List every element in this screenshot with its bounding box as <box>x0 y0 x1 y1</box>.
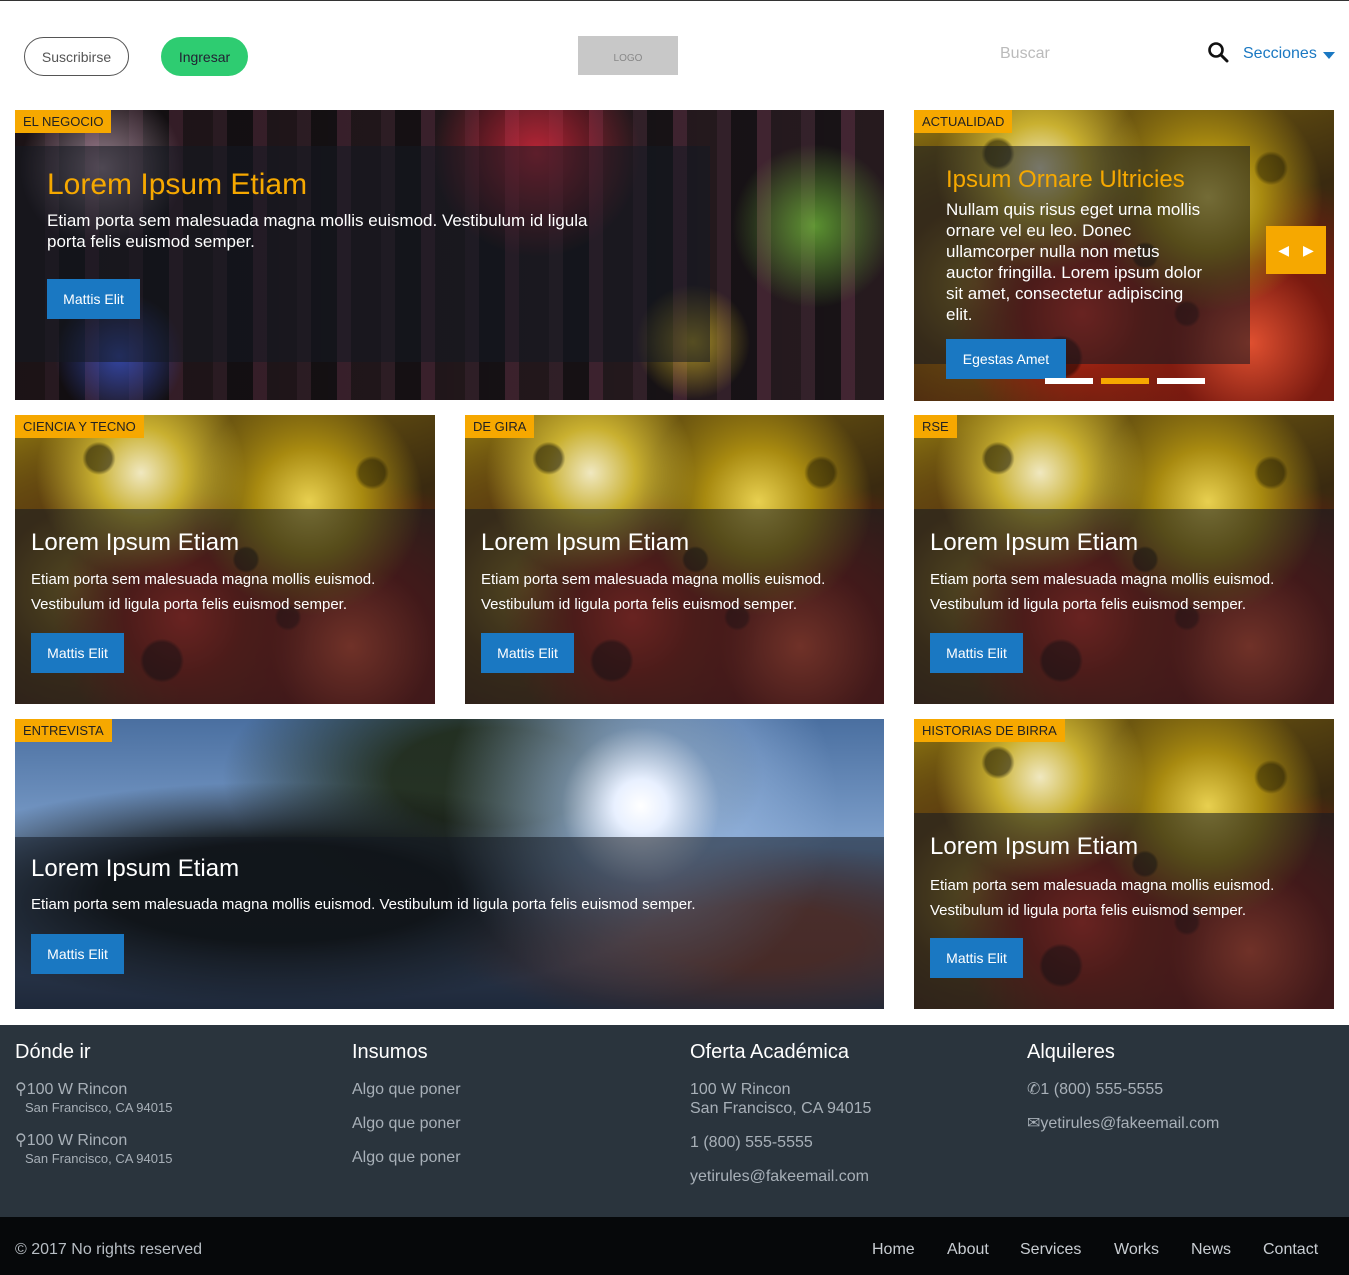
card-title[interactable]: Lorem Ipsum Etiam <box>31 855 868 883</box>
logo[interactable]: LOGO <box>578 36 678 75</box>
carousel-indicators <box>1045 378 1205 384</box>
address-text: 100 W Rincon <box>26 1081 128 1098</box>
address-city: San Francisco, CA 94015 <box>25 1151 173 1166</box>
subscribe-button[interactable]: Suscribirse <box>24 37 129 76</box>
nav-about[interactable]: About <box>947 1241 989 1259</box>
card-historias-de-birra: HISTORIAS DE BIRRA Lorem Ipsum Etiam Eti… <box>914 719 1334 1009</box>
footer-col-alquileres: Alquileres ✆1 (800) 555-5555 ✉yetirules@… <box>1027 1041 1219 1133</box>
footer-link[interactable]: Algo que poner <box>352 1114 461 1133</box>
nav-works[interactable]: Works <box>1114 1241 1159 1259</box>
phone-text[interactable]: 1 (800) 555-5555 <box>690 1133 871 1152</box>
card-button[interactable]: Mattis Elit <box>930 633 1023 673</box>
arrow-left-icon[interactable]: ◀ <box>1278 242 1289 259</box>
carousel-card-actualidad: ACTUALIDAD Ipsum Ornare Ultricies Nullam… <box>914 110 1334 401</box>
address-city: San Francisco, CA 94015 <box>690 1100 872 1117</box>
card-title[interactable]: Lorem Ipsum Etiam <box>481 529 868 557</box>
card-text: Etiam porta sem malesuada magna mollis e… <box>31 896 696 913</box>
search-input[interactable] <box>990 37 1170 71</box>
card-text: Etiam porta sem malesuada magna mollis e… <box>47 211 588 251</box>
arrow-right-icon[interactable]: ▶ <box>1303 242 1314 259</box>
card-text: Etiam porta sem malesuada magna mollis e… <box>930 571 1275 613</box>
email-line[interactable]: ✉yetirules@fakeemail.com <box>1027 1114 1219 1133</box>
map-marker-icon: ⚲ <box>15 1081 27 1098</box>
card-text: Etiam porta sem malesuada magna mollis e… <box>31 571 376 613</box>
card-overlay: Ipsum Ornare Ultricies Nullam quis risus… <box>914 146 1250 364</box>
nav-contact[interactable]: Contact <box>1263 1241 1318 1259</box>
card-button[interactable]: Mattis Elit <box>930 938 1023 978</box>
carousel-arrows[interactable]: ◀ ▶ <box>1266 226 1326 274</box>
card-button[interactable]: Mattis Elit <box>31 633 124 673</box>
sections-label: Secciones <box>1243 45 1317 62</box>
footer-link[interactable]: Algo que poner <box>352 1080 461 1099</box>
footer-col-donde-ir: Dónde ir ⚲100 W Rincon San Francisco, CA… <box>15 1041 172 1166</box>
search-icon[interactable] <box>1207 41 1229 63</box>
address-city: San Francisco, CA 94015 <box>25 1100 173 1115</box>
footer-heading: Oferta Académica <box>690 1041 849 1063</box>
carousel-dot[interactable] <box>1045 378 1093 384</box>
copyright: © 2017 No rights reserved <box>15 1241 202 1258</box>
category-badge[interactable]: DE GIRA <box>465 415 535 438</box>
card-title[interactable]: Ipsum Ornare Ultricies <box>946 166 1218 194</box>
header: Suscribirse Ingresar LOGO Secciones <box>0 1 1349 101</box>
category-badge[interactable]: ENTREVISTA <box>15 719 112 742</box>
address-text: 100 W Rincon <box>26 1132 128 1149</box>
footer-col-insumos: Insumos Algo que poner Algo que poner Al… <box>352 1041 461 1167</box>
category-badge[interactable]: ACTUALIDAD <box>914 110 1013 133</box>
card-overlay: Lorem Ipsum Etiam Etiam porta sem malesu… <box>914 813 1334 1009</box>
category-badge[interactable]: HISTORIAS DE BIRRA <box>914 719 1065 742</box>
card-button[interactable]: Egestas Amet <box>946 339 1066 379</box>
card-overlay: Lorem Ipsum Etiam Etiam porta sem malesu… <box>15 146 710 362</box>
footer-col-oferta: Oferta Académica 100 W Rincon San Franci… <box>690 1041 871 1186</box>
category-badge[interactable]: EL NEGOCIO <box>15 110 112 133</box>
footer-heading: Insumos <box>352 1041 428 1063</box>
footer-heading: Dónde ir <box>15 1041 91 1063</box>
envelope-icon: ✉ <box>1027 1115 1041 1132</box>
card-title[interactable]: Lorem Ipsum Etiam <box>930 529 1318 557</box>
carousel-dot[interactable] <box>1157 378 1205 384</box>
card-ciencia: CIENCIA Y TECNO Lorem Ipsum Etiam Etiam … <box>15 415 435 704</box>
email-link[interactable]: yetirules@fakeemail.com <box>690 1167 871 1186</box>
card-button[interactable]: Mattis Elit <box>31 934 124 974</box>
chevron-down-icon <box>1322 51 1335 59</box>
address-line[interactable]: ⚲100 W Rincon <box>15 1131 172 1150</box>
sections-dropdown[interactable]: Secciones <box>1243 45 1335 63</box>
card-rse: RSE Lorem Ipsum Etiam Etiam porta sem ma… <box>914 415 1334 704</box>
phone-icon: ✆ <box>1027 1081 1041 1098</box>
bottom-bar: © 2017 No rights reserved Home About Ser… <box>0 1217 1349 1275</box>
address-line[interactable]: ⚲100 W Rincon <box>15 1080 172 1099</box>
card-overlay: Lorem Ipsum Etiam Etiam porta sem malesu… <box>465 509 884 704</box>
carousel-dot-active[interactable] <box>1101 378 1149 384</box>
feature-card-negocio: EL NEGOCIO Lorem Ipsum Etiam Etiam porta… <box>15 110 884 400</box>
address-line: 100 W Rincon <box>690 1081 791 1098</box>
category-badge[interactable]: CIENCIA Y TECNO <box>15 415 144 438</box>
footer-heading: Alquileres <box>1027 1041 1115 1063</box>
email-text: yetirules@fakeemail.com <box>1040 1115 1220 1132</box>
card-button[interactable]: Mattis Elit <box>481 633 574 673</box>
card-entrevista: ENTREVISTA Lorem Ipsum Etiam Etiam porta… <box>15 719 884 1009</box>
card-text: Etiam porta sem malesuada magna mollis e… <box>930 877 1275 919</box>
card-title[interactable]: Lorem Ipsum Etiam <box>930 833 1318 861</box>
card-title[interactable]: Lorem Ipsum Etiam <box>31 529 419 557</box>
nav-home[interactable]: Home <box>872 1241 915 1259</box>
card-overlay: Lorem Ipsum Etiam Etiam porta sem malesu… <box>15 837 884 1009</box>
nav-news[interactable]: News <box>1191 1241 1231 1259</box>
map-marker-icon: ⚲ <box>15 1132 27 1149</box>
card-title[interactable]: Lorem Ipsum Etiam <box>47 168 678 202</box>
category-badge[interactable]: RSE <box>914 415 957 438</box>
footer: Dónde ir ⚲100 W Rincon San Francisco, CA… <box>0 1025 1349 1217</box>
card-overlay: Lorem Ipsum Etiam Etiam porta sem malesu… <box>15 509 435 704</box>
card-button[interactable]: Mattis Elit <box>47 279 140 319</box>
card-text: Nullam quis risus eget urna mollis ornar… <box>946 200 1203 324</box>
nav-services[interactable]: Services <box>1020 1241 1081 1259</box>
login-button[interactable]: Ingresar <box>161 37 248 76</box>
phone-line[interactable]: ✆1 (800) 555-5555 <box>1027 1080 1219 1099</box>
card-de-gira: DE GIRA Lorem Ipsum Etiam Etiam porta se… <box>465 415 884 704</box>
phone-text: 1 (800) 555-5555 <box>1040 1081 1164 1098</box>
footer-link[interactable]: Algo que poner <box>352 1148 461 1167</box>
card-overlay: Lorem Ipsum Etiam Etiam porta sem malesu… <box>914 509 1334 704</box>
card-text: Etiam porta sem malesuada magna mollis e… <box>481 571 826 613</box>
